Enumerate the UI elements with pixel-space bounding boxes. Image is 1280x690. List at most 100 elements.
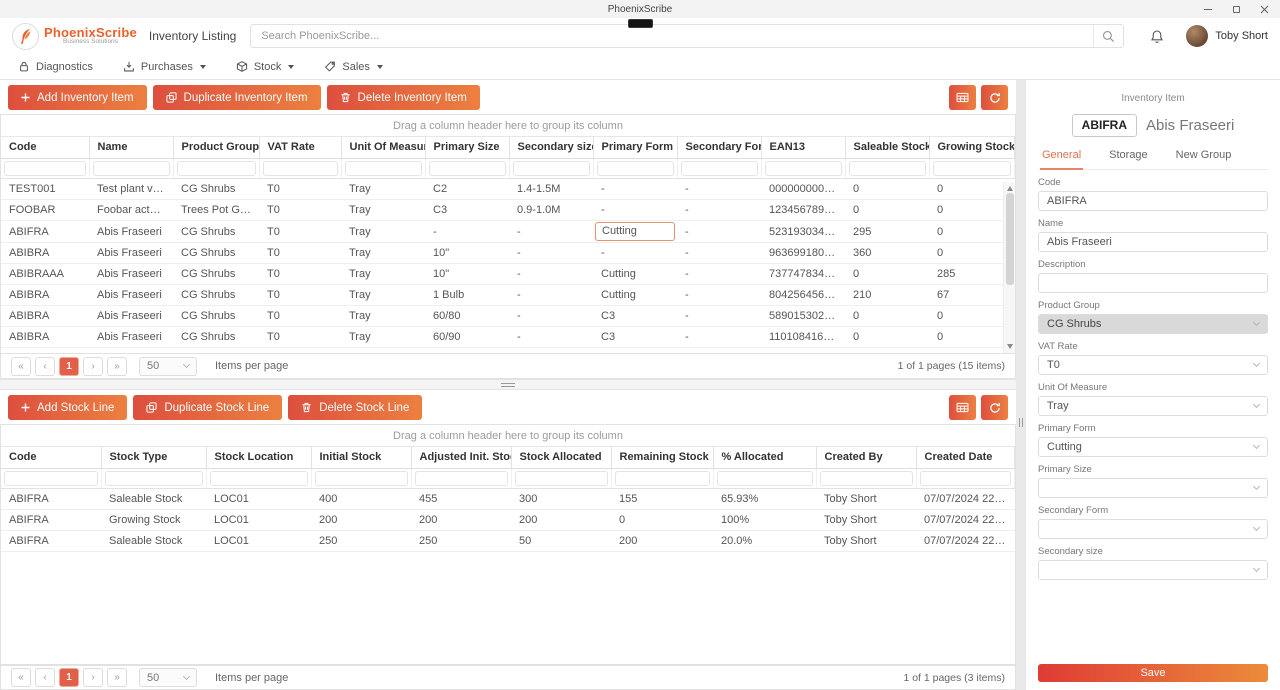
column-header-stock-type[interactable]: Stock Type (101, 447, 206, 469)
cell[interactable]: 210 (845, 285, 929, 306)
notifications-bell-icon[interactable] (1150, 29, 1164, 44)
cell[interactable]: 200 (611, 531, 713, 552)
filter-input-product-group[interactable] (177, 161, 256, 176)
cell[interactable]: Abis Fraseeri (89, 221, 173, 243)
cell[interactable]: T0 (259, 327, 341, 348)
cell[interactable]: T0 (259, 306, 341, 327)
filter-input-created-date[interactable] (920, 471, 1012, 486)
table-row[interactable]: TEST001Test plant variantCG ShrubsT0Tray… (1, 179, 1015, 200)
cell[interactable]: ABIFRA (1, 510, 101, 531)
cell[interactable]: 285 (929, 264, 1015, 285)
cell[interactable]: 155 (611, 489, 713, 510)
scrollbar-thumb[interactable] (1006, 193, 1014, 285)
cell[interactable]: T0 (259, 179, 341, 200)
column-header-secondary-size[interactable]: Secondary size (509, 137, 593, 159)
filter-input-secondary-size[interactable] (513, 161, 590, 176)
cell[interactable]: 0 (929, 243, 1015, 264)
duplicate-stock-line-button[interactable]: Duplicate Stock Line (133, 395, 282, 420)
column-header-secondary-form[interactable]: Secondary Form (677, 137, 761, 159)
cell[interactable]: 300 (511, 489, 611, 510)
secondary-size-select[interactable] (1038, 560, 1268, 580)
cell[interactable]: 250 (311, 531, 411, 552)
user-menu[interactable]: Toby Short (1186, 25, 1268, 47)
filter-input-stock-allocated[interactable] (515, 471, 608, 486)
cell[interactable]: Toby Short (816, 510, 916, 531)
cell[interactable]: - (677, 221, 761, 243)
delete-inventory-item-button[interactable]: Delete Inventory Item (327, 85, 480, 110)
cell[interactable]: ABIBRA (1, 243, 89, 264)
filter-input-secondary-form[interactable] (681, 161, 758, 176)
table-row[interactable]: ABIBRAAbis FraseeriCG ShrubsT0Tray60/80-… (1, 306, 1015, 327)
table-row[interactable]: ABIBRAAbis FraseeriCG ShrubsT0Tray10"---… (1, 243, 1015, 264)
cell[interactable]: - (509, 306, 593, 327)
cell[interactable]: - (593, 179, 677, 200)
filter-input-initial-stock[interactable] (315, 471, 408, 486)
column-header-created-by[interactable]: Created By (816, 447, 916, 469)
filter-input-vat-rate[interactable] (263, 161, 338, 176)
table-row[interactable]: FOOBARFoobar actual inv...Trees Pot Grow… (1, 200, 1015, 221)
column-header-allocated[interactable]: % Allocated (713, 447, 816, 469)
cell[interactable]: 0000000000001 (761, 179, 845, 200)
cell[interactable]: 0 (611, 510, 713, 531)
cell[interactable]: Tray (341, 285, 425, 306)
filter-input-growing-stock[interactable] (933, 161, 1012, 176)
cell[interactable]: CG Shrubs (173, 306, 259, 327)
cell[interactable]: 67 (929, 285, 1015, 306)
cell[interactable]: ABIBRAAA (1, 264, 89, 285)
filter-input-adjusted-init-stock[interactable] (415, 471, 508, 486)
cell[interactable]: 07/07/2024 22:29:13 (916, 489, 1015, 510)
cell[interactable]: - (425, 221, 509, 243)
cell[interactable]: Tray (341, 306, 425, 327)
cell[interactable]: Cutting (593, 221, 677, 243)
scroll-down-icon[interactable] (1007, 344, 1013, 349)
cell[interactable]: 0 (845, 200, 929, 221)
cell[interactable]: - (593, 200, 677, 221)
filter-input-remaining-stock[interactable] (615, 471, 710, 486)
column-header-product-group[interactable]: Product Group (173, 137, 259, 159)
cell[interactable]: LOC01 (206, 531, 311, 552)
scroll-up-icon[interactable] (1007, 186, 1013, 191)
table-row[interactable]: ABIFRASaleable StockLOC012502505020020.0… (1, 531, 1015, 552)
filter-input-stock-location[interactable] (210, 471, 308, 486)
cell[interactable]: Trees Pot Grown (173, 200, 259, 221)
cell[interactable]: Cutting (593, 285, 677, 306)
cell[interactable]: Saleable Stock (101, 531, 206, 552)
cell[interactable]: 10" (425, 243, 509, 264)
duplicate-inventory-item-button[interactable]: Duplicate Inventory Item (153, 85, 321, 110)
cell[interactable]: 0 (929, 221, 1015, 243)
cell[interactable]: 1.4-1.5M (509, 179, 593, 200)
cell[interactable]: Tray (341, 327, 425, 348)
cell[interactable]: - (677, 243, 761, 264)
cell[interactable]: FOOBAR (1, 200, 89, 221)
cell[interactable]: 07/07/2024 22:29:58 (916, 531, 1015, 552)
group-by-hint[interactable]: Drag a column header here to group its c… (1, 425, 1015, 447)
horizontal-splitter[interactable] (0, 379, 1016, 390)
cell[interactable]: 0 (929, 179, 1015, 200)
page-number-button[interactable]: 1 (59, 357, 79, 376)
cell[interactable]: 0 (929, 200, 1015, 221)
cell[interactable]: Abis Fraseeri (89, 285, 173, 306)
secondary-form-select[interactable] (1038, 519, 1268, 539)
cell[interactable]: Test plant variant (89, 179, 173, 200)
cell[interactable]: ABIBRA (1, 327, 89, 348)
cell[interactable]: 20.0% (713, 531, 816, 552)
cell[interactable]: 0 (845, 306, 929, 327)
cell[interactable]: 0 (845, 264, 929, 285)
cell[interactable]: C3 (593, 306, 677, 327)
cell[interactable]: 60/80 (425, 306, 509, 327)
add-inventory-item-button[interactable]: Add Inventory Item (8, 85, 147, 110)
cell[interactable]: - (677, 264, 761, 285)
column-header-code[interactable]: Code (1, 447, 101, 469)
cell[interactable]: 0.9-1.0M (509, 200, 593, 221)
column-header-vat-rate[interactable]: VAT Rate (259, 137, 341, 159)
cell[interactable]: C3 (593, 327, 677, 348)
column-header-remaining-stock[interactable]: Remaining Stock (611, 447, 713, 469)
first-page-button[interactable]: « (11, 357, 31, 376)
filter-input-name[interactable] (93, 161, 170, 176)
cell[interactable]: 200 (311, 510, 411, 531)
cell[interactable]: 0 (845, 327, 929, 348)
cell[interactable]: 455 (411, 489, 511, 510)
cell[interactable]: 07/07/2024 22:29:38 (916, 510, 1015, 531)
first-page-button[interactable]: « (11, 668, 31, 687)
column-header-created-date[interactable]: Created Date (916, 447, 1015, 469)
